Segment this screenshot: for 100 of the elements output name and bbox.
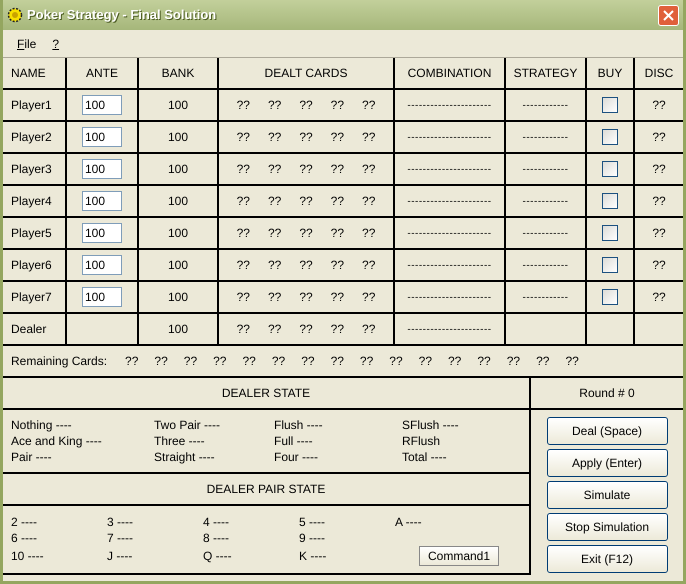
card-value: ??: [330, 353, 344, 370]
section-title: DEALER PAIR STATE: [206, 481, 326, 498]
combination-value: ----------------------: [407, 162, 492, 176]
card-value: ??: [299, 129, 313, 146]
stat-label: Nothing ----: [11, 417, 73, 433]
action-button[interactable]: Exit (F12): [546, 545, 668, 573]
card-value: ??: [184, 353, 198, 370]
buy-checkbox[interactable]: [602, 289, 618, 305]
buy-checkbox[interactable]: [602, 225, 618, 241]
combination-value: ----------------------: [407, 226, 492, 240]
stat-label: Three ----: [154, 433, 206, 449]
action-button[interactable]: Apply (Enter): [546, 449, 668, 477]
close-button[interactable]: [658, 4, 679, 26]
ante-field[interactable]: 100: [82, 159, 122, 179]
ante-field[interactable]: 100: [82, 127, 122, 147]
card-value: ??: [268, 225, 282, 242]
stat-label: Q ----: [203, 548, 233, 564]
buy-checkbox[interactable]: [602, 129, 618, 145]
stat-label: 6 ----: [11, 530, 38, 546]
card-value: ??: [565, 353, 579, 370]
ante-field[interactable]: 100: [82, 95, 122, 115]
combination-value: ----------------------: [407, 98, 492, 112]
card-value: ??: [236, 225, 250, 242]
stat-label: Pair ----: [11, 449, 53, 465]
stat-label: K ----: [299, 548, 328, 564]
player-name: Player7: [11, 289, 52, 306]
card-value: ??: [268, 321, 282, 338]
buy-checkbox[interactable]: [602, 257, 618, 273]
action-button[interactable]: Deal (Space): [546, 417, 668, 445]
card-value: ??: [330, 321, 344, 338]
column-header: COMBINATION: [408, 65, 492, 82]
menu-item[interactable]: File: [17, 34, 36, 52]
column-header: BUY: [598, 65, 622, 82]
card-value: ??: [154, 353, 168, 370]
discard-value: ??: [652, 193, 666, 210]
round-label: Round # 0: [579, 385, 635, 402]
card-value: ??: [299, 225, 313, 242]
card-value: ??: [389, 353, 403, 370]
buy-checkbox[interactable]: [602, 193, 618, 209]
card-value: ??: [362, 257, 376, 274]
card-value: ??: [330, 257, 344, 274]
card-value: ??: [236, 161, 250, 178]
discard-value: ??: [652, 225, 666, 242]
action-button[interactable]: Stop Simulation: [546, 513, 668, 541]
menu-item[interactable]: ?: [52, 34, 60, 52]
player-name: Player3: [11, 161, 52, 178]
close-icon: [663, 10, 674, 20]
combination-value: ----------------------: [407, 130, 492, 144]
ante-field[interactable]: 100: [82, 223, 122, 243]
card-value: ??: [362, 193, 376, 210]
card-value: ??: [536, 353, 550, 370]
card-value: ??: [330, 161, 344, 178]
ante-field[interactable]: 100: [82, 255, 122, 275]
card-value: ??: [299, 193, 313, 210]
ante-field[interactable]: 100: [82, 287, 122, 307]
card-value: ??: [268, 161, 282, 178]
card-value: ??: [268, 97, 282, 114]
stat-label: RFlush: [402, 433, 442, 449]
card-value: ??: [362, 97, 376, 114]
card-value: ??: [299, 97, 313, 114]
stat-label: Two Pair ----: [154, 417, 221, 433]
column-header: NAME: [11, 65, 46, 82]
stat-label: 8 ----: [203, 530, 230, 546]
card-value: ??: [299, 289, 313, 306]
card-value: ??: [330, 193, 344, 210]
card-value: ??: [236, 289, 250, 306]
card-value: ??: [330, 129, 344, 146]
player-name: Player4: [11, 193, 52, 210]
card-value: ??: [362, 129, 376, 146]
strategy-value: ------------: [522, 130, 568, 144]
command-button[interactable]: Command1: [419, 546, 500, 566]
stat-label: 4 ----: [203, 514, 230, 530]
stat-label: Total ----: [402, 449, 448, 465]
column-header: STRATEGY: [514, 65, 578, 82]
buy-checkbox[interactable]: [602, 97, 618, 113]
card-value: ??: [330, 97, 344, 114]
card-value: ??: [299, 321, 313, 338]
stat-label: 5 ----: [299, 514, 326, 530]
card-value: ??: [330, 289, 344, 306]
card-value: ??: [268, 257, 282, 274]
buy-checkbox[interactable]: [602, 161, 618, 177]
stat-label: A ----: [395, 514, 423, 530]
card-value: ??: [362, 225, 376, 242]
ante-field[interactable]: 100: [82, 191, 122, 211]
bank-amount: 100: [168, 129, 188, 146]
bank-amount: 100: [168, 225, 188, 242]
strategy-value: ------------: [522, 98, 568, 112]
bank-amount: 100: [168, 161, 188, 178]
discard-value: ??: [652, 97, 666, 114]
bank-amount: 100: [168, 289, 188, 306]
combination-value: ----------------------: [407, 258, 492, 272]
stat-label: Full ----: [274, 433, 314, 449]
window-title: Poker Strategy - Final Solution: [27, 6, 216, 24]
card-value: ??: [272, 353, 286, 370]
stat-label: J ----: [107, 548, 134, 564]
player-name: Player1: [11, 97, 52, 114]
column-header: BANK: [162, 65, 194, 82]
action-button[interactable]: Simulate: [546, 481, 668, 509]
card-value: ??: [362, 289, 376, 306]
card-value: ??: [362, 321, 376, 338]
